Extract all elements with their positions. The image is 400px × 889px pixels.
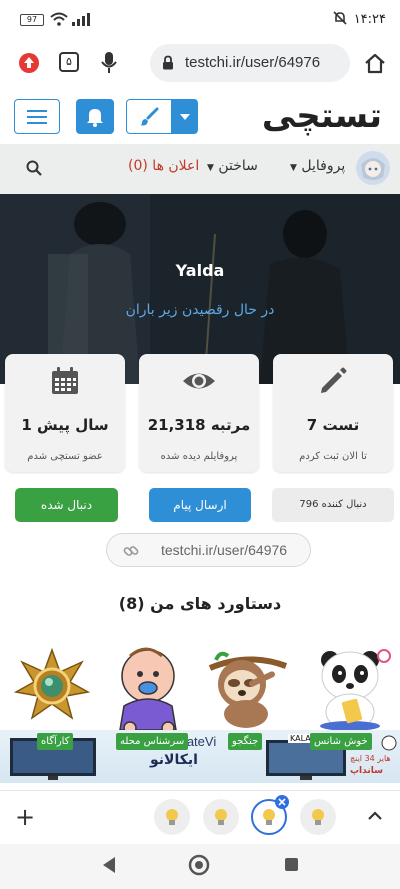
search-icon[interactable] (26, 160, 42, 176)
badge-warrior[interactable] (206, 646, 290, 734)
profile-link-field[interactable]: testchi.ir/user/64976 (106, 533, 311, 567)
status-bar: 97 ۱۴:۲۴ (0, 0, 400, 40)
bell-icon (87, 109, 103, 127)
caret-down-icon (180, 114, 190, 120)
badge-label: جنگجو (228, 733, 263, 750)
send-message-button[interactable]: ارسال پیام (149, 488, 251, 522)
panda-icon (320, 649, 391, 731)
badge-label: خوش شانس (310, 733, 372, 750)
pencil-icon (321, 367, 347, 393)
achievements-title: دستاورد های من (8) (118, 594, 282, 613)
tabs-counter-button[interactable]: ۵ (59, 52, 79, 72)
stat-caption: تا الان ثبت کردم (299, 451, 367, 462)
tab-thumb[interactable] (300, 799, 336, 835)
bulb-icon (166, 809, 178, 825)
bulb-icon (263, 809, 275, 825)
profile-status: در حال رقصیدن زیر باران (125, 302, 275, 318)
eye-icon (183, 373, 215, 389)
signal-icon (72, 13, 90, 26)
close-icon (278, 798, 286, 806)
badge-label: کارآگاه (37, 733, 74, 750)
notifications-button[interactable] (76, 99, 114, 134)
badge-famous[interactable] (110, 646, 194, 735)
chevron-up-icon[interactable] (368, 811, 382, 820)
clock: ۱۴:۲۴ (353, 12, 386, 27)
calendar-icon (52, 367, 78, 394)
system-navigation-bar (0, 844, 400, 889)
tab-thumb[interactable] (203, 799, 239, 835)
ad-headline: ایکالانو (150, 752, 198, 768)
following-button[interactable]: دنبال شده (15, 488, 118, 522)
url-text: testchi.ir/user/64976 (185, 54, 321, 71)
profile-name: Yalda (175, 261, 225, 280)
tab-thumb[interactable] (154, 799, 190, 835)
badge-detective[interactable] (10, 646, 94, 734)
site-header: تستچی (0, 92, 400, 144)
upload-icon[interactable] (18, 52, 40, 74)
followers-button[interactable]: 796 دنبال کننده (272, 488, 394, 522)
new-tab-button[interactable]: + (15, 803, 35, 831)
home-circle-icon[interactable] (188, 854, 210, 876)
sloth-icon (208, 651, 288, 728)
menu-button[interactable] (14, 99, 60, 134)
nav-profile[interactable]: ▼ پروفایل (290, 158, 345, 174)
ad-sub1: هایر 34 اینچ (350, 754, 391, 763)
mic-icon[interactable] (101, 51, 117, 75)
stat-value: 1 سال پیش (21, 416, 109, 434)
badge-lucky[interactable] (310, 646, 394, 734)
nav-notifications[interactable]: (0) اعلان ها (128, 158, 199, 174)
back-icon[interactable] (101, 856, 117, 874)
link-icon (123, 546, 139, 556)
stat-card-membership: 1 سال پیش عضو تستچی شدم (5, 354, 125, 472)
lock-icon (163, 55, 173, 70)
stat-value: 21,318 مرتبه (147, 416, 251, 434)
medal-icon (13, 647, 91, 720)
mute-icon (333, 11, 347, 25)
url-field[interactable]: testchi.ir/user/64976 (150, 44, 350, 82)
baby-icon (119, 647, 177, 735)
avatar[interactable] (356, 151, 390, 185)
stat-caption: پروفایلم دیده شده (160, 451, 238, 462)
stat-caption: عضو تستچی شدم (27, 451, 103, 462)
browser-toolbar: ۵ testchi.ir/user/64976 (0, 40, 400, 92)
close-tab-button[interactable] (275, 795, 289, 809)
brush-icon (140, 107, 159, 126)
ad-corner: KALA (288, 734, 313, 743)
recents-icon[interactable] (284, 857, 299, 872)
bulb-icon (312, 809, 324, 825)
site-logo[interactable]: تستچی (262, 96, 382, 136)
battery-icon: 97 (20, 14, 44, 26)
stat-card-tests: 7 تست تا الان ثبت کردم (273, 354, 393, 472)
browser-tab-bar: + (0, 790, 400, 844)
home-icon[interactable] (364, 52, 386, 74)
stat-value: 7 تست (306, 416, 360, 434)
ad-sub2: سانداپ (350, 766, 383, 776)
site-nav: (0) اعلان ها ▼ ساختن ▼ پروفایل (0, 144, 400, 194)
bulb-icon (215, 809, 227, 825)
stat-card-views: 21,318 مرتبه پروفایلم دیده شده (139, 354, 259, 472)
badge-label: سرشناس محله (116, 733, 189, 750)
nav-build[interactable]: ▼ ساختن (207, 158, 258, 174)
theme-dropdown-button[interactable] (172, 99, 198, 134)
wifi-icon (50, 12, 68, 26)
theme-button[interactable] (126, 99, 172, 134)
profile-link-text: testchi.ir/user/64976 (161, 542, 288, 558)
